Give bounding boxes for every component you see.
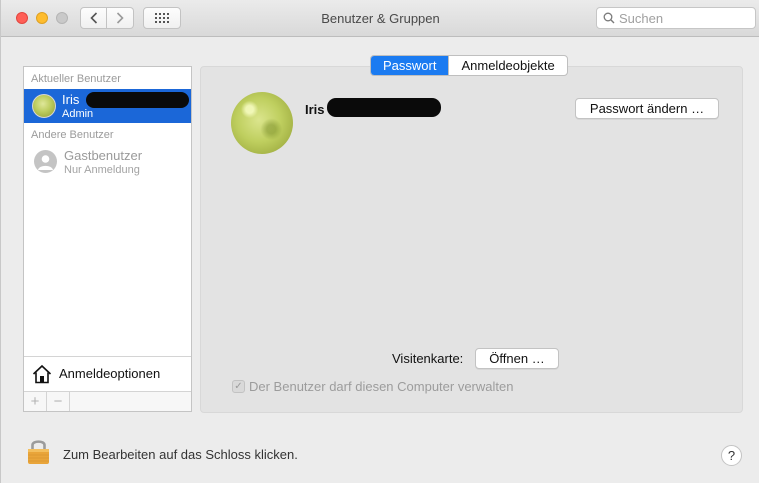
contact-card-label: Visitenkarte: xyxy=(392,351,464,366)
user-row-current[interactable]: Iris Admin xyxy=(24,89,191,123)
user-picture[interactable] xyxy=(231,92,293,154)
remove-user-button[interactable]: − xyxy=(47,392,70,411)
search-input[interactable] xyxy=(619,10,749,26)
users-sidebar: Aktueller Benutzer Iris Admin Andere Ben… xyxy=(23,66,192,412)
search-icon xyxy=(603,12,615,24)
profile-user-name: Iris xyxy=(305,102,325,117)
checkmark-icon: ✓ xyxy=(234,380,243,392)
login-options-item[interactable]: Anmeldeoptionen xyxy=(24,356,191,390)
change-password-button[interactable]: Passwort ändern … xyxy=(575,98,719,119)
guest-avatar xyxy=(34,150,57,173)
other-users-header: Andere Benutzer xyxy=(31,129,114,141)
admin-checkbox-label: Der Benutzer darf diesen Computer verwal… xyxy=(249,379,514,394)
current-user-name: Iris xyxy=(62,92,80,107)
add-user-button[interactable]: + xyxy=(24,392,47,411)
title-bar: Benutzer & Gruppen xyxy=(1,0,759,37)
guest-user-role: Nur Anmeldung xyxy=(64,164,140,176)
current-users-header: Aktueller Benutzer xyxy=(31,73,121,85)
tab-bar: Passwort Anmeldeobjekte xyxy=(370,55,568,76)
redaction-mark xyxy=(327,98,441,117)
help-button[interactable]: ? xyxy=(721,445,742,466)
preferences-window: Benutzer & Gruppen Aktueller Benutzer Ir… xyxy=(0,0,759,483)
admin-checkbox[interactable]: ✓ xyxy=(232,380,245,393)
tab-login-items[interactable]: Anmeldeobjekte xyxy=(448,56,566,75)
lock-hint-text: Zum Bearbeiten auf das Schloss klicken. xyxy=(63,447,298,462)
search-field[interactable] xyxy=(596,7,756,29)
user-row-guest[interactable]: Gastbenutzer Nur Anmeldung xyxy=(24,147,191,181)
house-icon xyxy=(32,364,52,383)
tab-password[interactable]: Passwort xyxy=(371,56,449,75)
person-icon xyxy=(38,155,53,170)
redaction-mark xyxy=(86,92,189,108)
admin-checkbox-row[interactable]: ✓ Der Benutzer darf diesen Computer verw… xyxy=(232,379,513,394)
lock-icon[interactable] xyxy=(27,437,50,465)
guest-user-name: Gastbenutzer xyxy=(64,148,143,163)
open-contact-card-button[interactable]: Öffnen … xyxy=(475,348,559,369)
login-options-label: Anmeldeoptionen xyxy=(59,366,161,381)
sidebar-footer: + − xyxy=(24,391,191,411)
avatar xyxy=(32,94,56,118)
current-user-role: Admin xyxy=(62,108,94,120)
